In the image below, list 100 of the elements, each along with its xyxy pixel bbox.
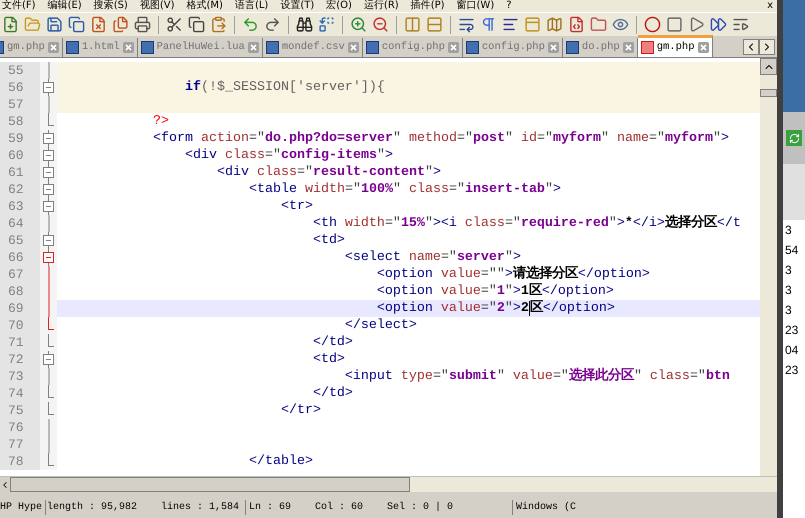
horizontal-scrollbar[interactable] (0, 476, 777, 492)
fold-minus-icon[interactable] (43, 351, 54, 368)
line-number: 57 (0, 96, 40, 113)
map-icon[interactable] (546, 16, 563, 33)
status-selection: Sel : 0 | 0 (387, 500, 454, 515)
redo-icon[interactable] (264, 16, 281, 33)
close-tab-icon[interactable] (698, 42, 709, 53)
line-number: 75 (0, 402, 40, 419)
status-file-type: HP Hype (0, 501, 44, 515)
line-number: 71 (0, 334, 40, 351)
line-number: 73 (0, 368, 40, 385)
line-number: 74 (0, 385, 40, 402)
line-number: 63 (0, 198, 40, 215)
close-tab-icon[interactable] (448, 42, 459, 53)
fast-forward-icon[interactable] (710, 16, 727, 33)
scroll-left-button[interactable] (0, 477, 10, 492)
zoom-out-icon[interactable] (372, 16, 389, 33)
close-button[interactable]: x (767, 0, 773, 12)
line-number: 64 (0, 215, 40, 232)
refresh-button[interactable] (786, 130, 802, 146)
scroll-up-button[interactable] (760, 58, 777, 75)
line-number: 56 (0, 79, 40, 96)
vertical-scrollbar[interactable] (760, 58, 777, 476)
save-icon[interactable] (46, 16, 63, 33)
paste-icon[interactable] (210, 16, 227, 33)
find-icon[interactable] (296, 16, 313, 33)
scrollbar-thumb[interactable] (10, 477, 410, 492)
fold-minus-icon[interactable] (43, 232, 54, 249)
close-all-icon[interactable] (112, 16, 129, 33)
fold-minus-icon[interactable] (43, 181, 54, 198)
horizontal-sync-icon[interactable] (426, 16, 443, 33)
record-icon[interactable] (644, 16, 661, 33)
line-number: 68 (0, 283, 40, 300)
indent-guide-icon[interactable] (502, 16, 519, 33)
code-line: <tr> (280, 198, 313, 215)
code-line: </td> (312, 385, 353, 402)
scrollbar-thumb[interactable] (760, 89, 777, 97)
menu-item[interactable]: 设置(T) (280, 0, 314, 12)
status-eol: Windows (C (515, 500, 576, 515)
menu-item[interactable]: ? (506, 0, 512, 12)
new-file-icon[interactable] (2, 16, 19, 33)
line-number: 78 (0, 453, 40, 470)
file-tab[interactable]: gm.php (638, 35, 713, 57)
close-tab-icon[interactable] (548, 42, 559, 53)
line-number: 58 (0, 113, 40, 130)
code-line: <div class="config-items"> (184, 147, 393, 164)
menu-item[interactable]: 插件(P) (410, 0, 445, 12)
eye-icon[interactable] (612, 16, 629, 33)
value-text: 04 (785, 342, 800, 358)
play-icon[interactable] (688, 16, 705, 33)
folder-icon[interactable] (590, 16, 607, 33)
window-header-panel (783, 164, 805, 220)
save-macro-icon[interactable] (732, 16, 749, 33)
close-tab-icon[interactable] (248, 42, 259, 53)
value-text: 23 (785, 362, 800, 378)
close-tab-icon[interactable] (122, 42, 134, 53)
stop-icon[interactable] (666, 16, 683, 33)
fold-minus-icon[interactable] (43, 249, 54, 266)
menu-item[interactable]: 搜索(S) (94, 0, 128, 12)
value-text: 54 (785, 242, 800, 258)
code-line: <form action="do.php?do=server" method="post" id="myform" name="myform"> (152, 130, 729, 147)
code-line: <td> (312, 232, 345, 249)
code-line: <option value="2">2区</option> (376, 300, 615, 317)
print-icon[interactable] (134, 16, 151, 33)
line-number: 65 (0, 232, 40, 249)
close-file-icon[interactable] (90, 16, 107, 33)
fold-minus-icon[interactable] (43, 147, 54, 164)
open-folder-icon[interactable] (24, 16, 41, 33)
word-wrap-icon[interactable] (458, 16, 475, 33)
undo-icon[interactable] (242, 16, 259, 33)
code-line: </table> (248, 453, 313, 470)
cut-icon[interactable] (166, 16, 183, 33)
zoom-in-icon[interactable] (350, 16, 367, 33)
scroll-right-button[interactable] (759, 39, 775, 55)
value-text: 3 (785, 222, 793, 238)
copy-icon[interactable] (188, 16, 205, 33)
fold-minus-icon[interactable] (43, 79, 54, 96)
fold-minus-icon[interactable] (43, 198, 54, 215)
close-tab-icon[interactable] (48, 42, 59, 53)
menu-item[interactable]: 视图(V) (140, 0, 174, 12)
menu-item[interactable]: 编辑(E) (48, 0, 82, 12)
fold-minus-icon[interactable] (43, 130, 54, 147)
status-lines: lines : 1,584 (160, 500, 239, 515)
menu-item[interactable]: 格式(M) (186, 0, 223, 12)
status-line: Ln : 69 (249, 501, 292, 515)
function-list-icon[interactable] (568, 16, 585, 33)
value-text: 3 (785, 282, 793, 298)
save-all-icon[interactable] (68, 16, 85, 33)
pilcrow-icon[interactable] (480, 16, 497, 33)
panel-icon[interactable] (524, 16, 541, 33)
line-number: 70 (0, 317, 40, 334)
fold-minus-icon[interactable] (43, 164, 54, 181)
scroll-left-button[interactable] (743, 39, 759, 55)
close-tab-icon[interactable] (348, 42, 359, 53)
vertical-sync-icon[interactable] (404, 16, 421, 33)
close-tab-icon[interactable] (622, 42, 634, 53)
replace-icon[interactable] (318, 16, 335, 33)
menu-item[interactable]: 运行(R) (364, 0, 399, 12)
code-line: </td> (312, 334, 353, 351)
refresh-icon (788, 132, 800, 144)
